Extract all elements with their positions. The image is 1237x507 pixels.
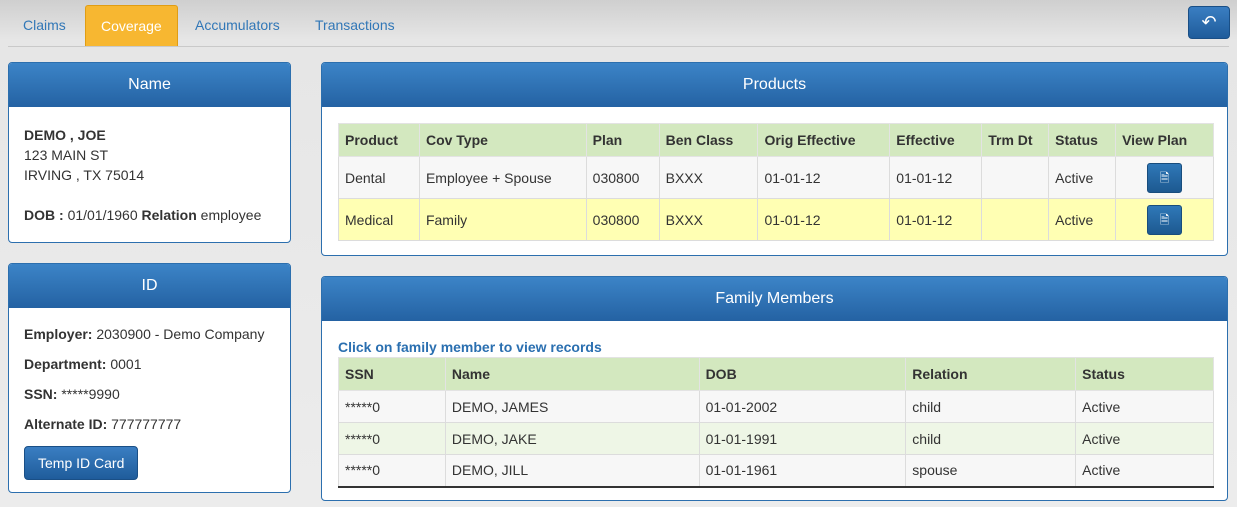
- name-panel: Name DEMO , JOE 123 MAIN ST IRVING , TX …: [8, 62, 291, 243]
- employer-value: 2030900 - Demo Company: [96, 326, 265, 342]
- family-header-row: SSN Name DOB Relation Status: [338, 357, 1214, 391]
- col-orig-effective: Orig Effective: [757, 123, 891, 157]
- tab-coverage[interactable]: Coverage: [85, 5, 178, 47]
- cell-status: Active: [1075, 422, 1214, 455]
- col-ssn: SSN: [338, 357, 446, 391]
- cell-plan: 030800: [585, 198, 660, 241]
- col-relation: Relation: [905, 357, 1077, 391]
- col-product: Product: [338, 123, 420, 157]
- family-hint: Click on family member to view records: [338, 339, 602, 355]
- cell-dob: 01-01-2002: [698, 390, 907, 423]
- dob-value: 01/01/1960: [67, 207, 138, 223]
- cell-dob: 01-01-1961: [698, 454, 907, 487]
- cell-cov-type: Employee + Spouse: [418, 156, 587, 199]
- col-view-plan: View Plan: [1115, 123, 1214, 157]
- cell-status: Active: [1075, 390, 1214, 423]
- member-name: DEMO , JOE: [24, 127, 106, 143]
- cell-orig-effective: 01-01-12: [757, 156, 891, 199]
- view-plan-button[interactable]: 🗎: [1147, 162, 1183, 193]
- col-dob: DOB: [698, 357, 907, 391]
- cell-name: DEMO, JILL: [444, 454, 700, 487]
- products-panel: Products Product Cov Type Plan Ben Class…: [321, 62, 1228, 256]
- id-panel-title: ID: [9, 264, 290, 308]
- undo-arrow-icon: ↶: [1201, 12, 1217, 32]
- employer-label: Employer:: [24, 326, 93, 342]
- relation-value: employee: [200, 207, 262, 223]
- cell-relation: spouse: [905, 454, 1077, 487]
- document-icon: 🗎: [1159, 170, 1170, 185]
- dob-relation-line: DOB : 01/01/1960 Relation employee: [24, 205, 275, 225]
- cell-effective: 01-01-12: [889, 198, 983, 241]
- tab-bar: Claims Coverage Accumulators Transaction…: [8, 5, 1237, 47]
- cell-orig-effective: 01-01-12: [757, 198, 891, 241]
- department-row: Department: 0001: [24, 354, 275, 384]
- dob-label: DOB :: [24, 207, 64, 223]
- family-members-title: Family Members: [322, 277, 1227, 321]
- col-name: Name: [444, 357, 700, 391]
- col-cov-type: Cov Type: [418, 123, 587, 157]
- cell-name: DEMO, JAMES: [444, 390, 700, 423]
- relation-label: Relation: [141, 207, 197, 223]
- cell-ben-class: BXXX: [658, 156, 759, 199]
- view-plan-button[interactable]: 🗎: [1147, 204, 1183, 235]
- table-row[interactable]: *****0 DEMO, JAKE 01-01-1991 child Activ…: [338, 422, 1214, 455]
- cell-view-plan: 🗎: [1115, 198, 1214, 241]
- cell-name: DEMO, JAKE: [444, 422, 700, 455]
- cell-cov-type: Family: [418, 198, 587, 241]
- id-panel: ID Employer: 2030900 - Demo Company Depa…: [8, 263, 291, 493]
- ssn-label: SSN:: [24, 386, 58, 402]
- cell-ssn: *****0: [338, 390, 446, 423]
- cell-status: Active: [1048, 156, 1117, 199]
- col-ben-class: Ben Class: [658, 123, 759, 157]
- document-icon: 🗎: [1159, 212, 1170, 227]
- cell-ben-class: BXXX: [658, 198, 759, 241]
- col-effective: Effective: [889, 123, 983, 157]
- table-row[interactable]: *****0 DEMO, JILL 01-01-1961 spouse Acti…: [338, 454, 1214, 487]
- table-row[interactable]: Medical Family 030800 BXXX 01-01-12 01-0…: [338, 198, 1214, 241]
- name-panel-title: Name: [9, 63, 290, 107]
- cell-effective: 01-01-12: [889, 156, 983, 199]
- cell-status: Active: [1075, 454, 1214, 487]
- cell-trm-dt: [981, 156, 1050, 199]
- col-family-status: Status: [1075, 357, 1214, 391]
- cell-view-plan: 🗎: [1115, 156, 1214, 199]
- department-label: Department:: [24, 356, 107, 372]
- address-line-1: 123 MAIN ST: [24, 147, 109, 163]
- cell-relation: child: [905, 422, 1077, 455]
- back-button[interactable]: ↶: [1188, 6, 1230, 39]
- alternate-id-label: Alternate ID:: [24, 416, 108, 432]
- temp-id-card-button[interactable]: Temp ID Card: [24, 446, 139, 480]
- alternate-id-value: 777777777: [111, 416, 182, 432]
- cell-plan: 030800: [585, 156, 660, 199]
- col-status: Status: [1048, 123, 1117, 157]
- cell-trm-dt: [981, 198, 1050, 241]
- department-value: 0001: [110, 356, 142, 372]
- products-panel-title: Products: [322, 63, 1227, 107]
- family-members-panel: Family Members Click on family member to…: [321, 276, 1228, 501]
- col-trm-dt: Trm Dt: [981, 123, 1050, 157]
- ssn-value: *****9990: [61, 386, 120, 402]
- table-row[interactable]: Dental Employee + Spouse 030800 BXXX 01-…: [338, 156, 1214, 199]
- cell-product: Dental: [338, 156, 420, 199]
- alternate-id-row: Alternate ID: 777777777: [24, 414, 275, 444]
- employer-row: Employer: 2030900 - Demo Company: [24, 324, 275, 354]
- address-line-2: IRVING , TX 75014: [24, 167, 145, 183]
- table-row[interactable]: *****0 DEMO, JAMES 01-01-2002 child Acti…: [338, 390, 1214, 423]
- col-plan: Plan: [585, 123, 660, 157]
- family-table: SSN Name DOB Relation Status *****0 DEMO…: [338, 357, 1214, 488]
- ssn-row: SSN: *****9990: [24, 384, 275, 414]
- tab-accumulators[interactable]: Accumulators: [180, 5, 295, 46]
- tab-divider: [8, 46, 1229, 47]
- products-table: Product Cov Type Plan Ben Class Orig Eff…: [338, 123, 1214, 241]
- tab-claims[interactable]: Claims: [8, 5, 81, 46]
- tab-transactions[interactable]: Transactions: [300, 5, 410, 46]
- cell-ssn: *****0: [338, 422, 446, 455]
- products-header-row: Product Cov Type Plan Ben Class Orig Eff…: [338, 123, 1214, 157]
- cell-relation: child: [905, 390, 1077, 423]
- cell-dob: 01-01-1991: [698, 422, 907, 455]
- cell-ssn: *****0: [338, 454, 446, 487]
- cell-product: Medical: [338, 198, 420, 241]
- cell-status: Active: [1048, 198, 1117, 241]
